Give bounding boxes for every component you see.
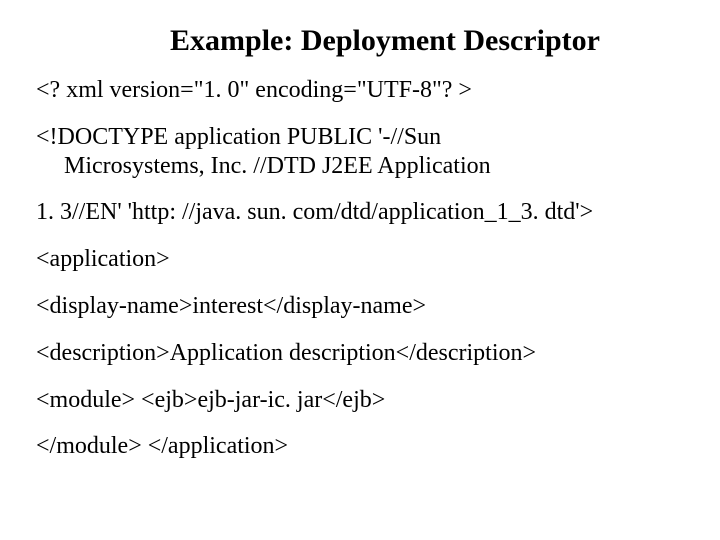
module-application-close: </module> </application> [36,432,684,461]
module-ejb-line: <module> <ejb>ejb-jar-ic. jar</ejb> [36,386,684,415]
display-name-element: <display-name>interest</display-name> [36,292,684,321]
doctype-part1: <!DOCTYPE application PUBLIC '-//Sun [36,124,441,150]
slide-title: Example: Deployment Descriptor [36,24,684,58]
application-open: <application> [36,245,684,274]
doctype-part2: Microsystems, Inc. //DTD J2EE Applicatio… [36,152,684,181]
description-element: <description>Application description</de… [36,339,684,368]
xml-declaration: <? xml version="1. 0" encoding="UTF-8"? … [36,76,684,105]
doctype-line: <!DOCTYPE application PUBLIC '-//Sun Mic… [36,123,684,181]
doctype-continuation: 1. 3//EN' 'http: //java. sun. com/dtd/ap… [36,198,684,227]
